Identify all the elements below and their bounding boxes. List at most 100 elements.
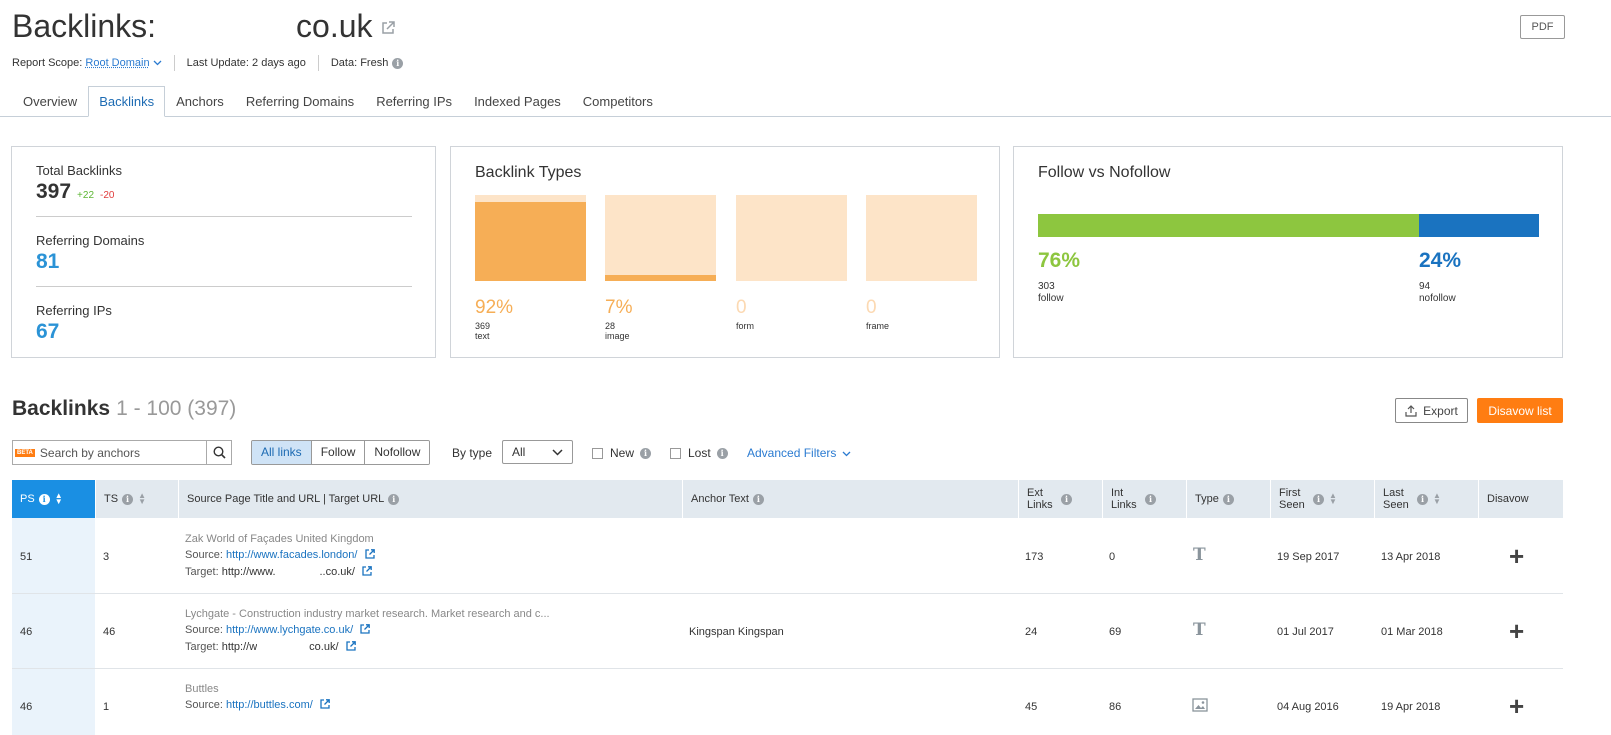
backlink-types-title: Backlink Types bbox=[475, 164, 582, 181]
backlink-type-bar-frame[interactable] bbox=[866, 195, 977, 281]
backlink-type-fill bbox=[605, 274, 716, 281]
info-icon[interactable]: i bbox=[38, 493, 50, 505]
source-link[interactable]: http://www.facades.london/ bbox=[226, 549, 357, 561]
scope-label: Report Scope: bbox=[12, 57, 83, 69]
source-cell: Buttles Source: http://buttles.com/ bbox=[185, 683, 330, 711]
last-seen-value: 01 Mar 2018 bbox=[1381, 626, 1443, 638]
info-icon[interactable]: i bbox=[1222, 493, 1234, 505]
filter-nofollow[interactable]: Nofollow bbox=[365, 441, 430, 464]
tab-overview[interactable]: Overview bbox=[12, 86, 88, 117]
follow-segment[interactable] bbox=[1038, 214, 1419, 237]
column-ext-links[interactable]: Ext Links i bbox=[1018, 480, 1102, 518]
external-link-icon[interactable] bbox=[360, 624, 371, 634]
checkbox[interactable] bbox=[592, 447, 603, 459]
tab-referring-domains[interactable]: Referring Domains bbox=[235, 86, 365, 117]
anchor-text: Kingspan Kingspan bbox=[689, 626, 784, 638]
advanced-filters-toggle[interactable]: Advanced Filters bbox=[747, 446, 851, 460]
source-line: Source: http://www.lychgate.co.uk/ bbox=[185, 624, 550, 636]
delta-down[interactable]: -20 bbox=[100, 190, 114, 201]
tab-backlinks[interactable]: Backlinks bbox=[88, 86, 166, 117]
disavow-plus-icon[interactable]: + bbox=[1509, 543, 1524, 569]
info-icon[interactable]: i bbox=[122, 493, 134, 505]
total-backlinks-value[interactable]: 397 bbox=[36, 180, 71, 203]
ps-value: 46 bbox=[20, 626, 33, 638]
new-checkbox[interactable]: New i bbox=[592, 446, 652, 460]
tab-indexed-pages[interactable]: Indexed Pages bbox=[463, 86, 572, 117]
last-seen-value: 13 Apr 2018 bbox=[1381, 551, 1441, 563]
external-link-icon[interactable] bbox=[320, 699, 330, 709]
tab-competitors[interactable]: Competitors bbox=[572, 86, 664, 117]
disavow-list-button[interactable]: Disavow list bbox=[1477, 398, 1563, 423]
external-link-icon[interactable] bbox=[381, 21, 395, 35]
delta-up[interactable]: +22 bbox=[77, 190, 94, 201]
sort-icon[interactable]: ▲ ▼ bbox=[138, 492, 146, 506]
disavow-plus-icon[interactable]: + bbox=[1509, 618, 1524, 644]
filter-all-links[interactable]: All links bbox=[252, 441, 312, 464]
external-link-icon[interactable] bbox=[362, 566, 372, 576]
backlink-type-bar-form[interactable] bbox=[736, 195, 847, 281]
new-label: New bbox=[610, 446, 635, 460]
source-link[interactable]: http://buttles.com/ bbox=[226, 699, 313, 711]
referring-ips-value[interactable]: 67 bbox=[36, 320, 112, 344]
backlink-type-bar-text[interactable] bbox=[475, 195, 586, 281]
chevron-down-icon[interactable] bbox=[153, 60, 162, 66]
info-icon[interactable]: i bbox=[640, 447, 652, 459]
referring-domains-value[interactable]: 81 bbox=[36, 250, 144, 274]
column-disavow: Disavow bbox=[1478, 480, 1563, 518]
sort-icon[interactable]: ▲ ▼ bbox=[55, 492, 63, 506]
follow-count-label: follow bbox=[1038, 293, 1064, 304]
info-icon[interactable]: i bbox=[388, 493, 400, 505]
nofollow-segment[interactable] bbox=[1418, 214, 1539, 237]
tab-anchors[interactable]: Anchors bbox=[165, 86, 235, 117]
target-url-end[interactable]: ..co.uk/ bbox=[320, 566, 355, 578]
column-first-seen[interactable]: First Seen i ▲ ▼ bbox=[1270, 480, 1374, 518]
nofollow-count-label: nofollow bbox=[1419, 293, 1456, 304]
first-seen-value: 19 Sep 2017 bbox=[1277, 551, 1340, 563]
checkbox[interactable] bbox=[670, 447, 681, 459]
target-url-end[interactable]: co.uk/ bbox=[309, 641, 338, 653]
source-link[interactable]: http://www.lychgate.co.uk/ bbox=[226, 624, 353, 636]
ts-value: 1 bbox=[103, 701, 110, 713]
title-domain: co.uk bbox=[296, 8, 373, 44]
divider bbox=[317, 55, 319, 71]
info-icon[interactable]: i bbox=[752, 493, 764, 505]
info-icon[interactable]: i bbox=[1417, 493, 1428, 505]
info-icon[interactable]: i bbox=[1145, 493, 1156, 505]
info-icon[interactable]: i bbox=[1061, 493, 1072, 505]
sort-icon[interactable]: ▲ ▼ bbox=[1433, 492, 1441, 506]
column-anchor-label: Anchor Text bbox=[691, 493, 749, 505]
sort-icon[interactable]: ▲ ▼ bbox=[1329, 492, 1337, 506]
external-link-icon[interactable] bbox=[364, 549, 375, 559]
info-icon[interactable]: i bbox=[716, 447, 728, 459]
search-input[interactable] bbox=[39, 445, 200, 460]
link-filter-group: All links Follow Nofollow bbox=[251, 440, 431, 465]
filter-follow[interactable]: Follow bbox=[311, 441, 366, 464]
search-button[interactable] bbox=[206, 441, 231, 464]
target-url-start[interactable]: http://www. bbox=[222, 566, 276, 578]
backlink-type-count: form bbox=[736, 321, 754, 331]
export-icon bbox=[1405, 404, 1417, 417]
follow-ratio-bar[interactable] bbox=[1038, 214, 1539, 237]
export-button[interactable]: Export bbox=[1395, 398, 1468, 423]
info-icon[interactable]: i bbox=[392, 57, 404, 69]
column-ps[interactable]: PS i ▲ ▼ bbox=[12, 480, 95, 518]
target-line: Target: http://w co.uk/ bbox=[185, 640, 550, 653]
ext-links-value: 173 bbox=[1025, 551, 1044, 563]
lost-checkbox[interactable]: Lost i bbox=[670, 446, 728, 460]
info-icon[interactable]: i bbox=[1313, 493, 1324, 505]
target-url-start[interactable]: http://w bbox=[222, 641, 257, 653]
backlink-type-bar-image[interactable] bbox=[605, 195, 716, 281]
column-ts[interactable]: TS i ▲ ▼ bbox=[95, 480, 178, 518]
pdf-button[interactable]: PDF bbox=[1520, 15, 1565, 39]
column-last-seen[interactable]: Last Seen i ▲ ▼ bbox=[1374, 480, 1478, 518]
disavow-plus-icon[interactable]: + bbox=[1509, 693, 1524, 719]
external-link-icon[interactable] bbox=[345, 641, 356, 651]
redacted-text bbox=[275, 565, 320, 575]
ts-value: 46 bbox=[103, 626, 116, 638]
scope-dropdown[interactable]: Root Domain bbox=[85, 57, 149, 69]
type-select[interactable]: All bbox=[502, 440, 573, 464]
anchor-search: BETA bbox=[12, 440, 232, 465]
tab-referring-ips[interactable]: Referring IPs bbox=[365, 86, 463, 117]
column-int-links[interactable]: Int Links i bbox=[1102, 480, 1186, 518]
backlink-type-count-value: 369 bbox=[475, 321, 491, 331]
